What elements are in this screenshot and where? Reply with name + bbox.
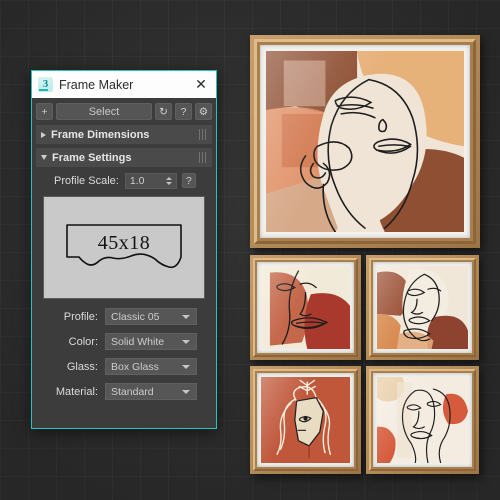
material-row: Material: Standard	[36, 382, 212, 401]
material-value: Standard	[106, 386, 182, 398]
frame-mat	[257, 373, 354, 467]
framed-artwork-small-face-abstract[interactable]	[366, 255, 479, 360]
frame-bevel	[253, 258, 358, 357]
artwork-small-profile-leaf-crown	[261, 377, 350, 463]
glass-label: Glass:	[36, 361, 98, 373]
artwork-small-face-terracotta	[261, 266, 350, 349]
profile-scale-row: Profile Scale: 1.0 ?	[36, 171, 212, 190]
chevron-down-icon	[41, 155, 47, 160]
rollout-frame-dimensions[interactable]: Frame Dimensions	[36, 125, 212, 144]
rollout-frame-settings[interactable]: Frame Settings	[36, 148, 212, 167]
rollout-frame-dimensions-label: Frame Dimensions	[51, 129, 149, 141]
frame-mat	[373, 262, 472, 353]
panel-body: + Select ↻ ? ⚙ Frame Dimensions Frame Se…	[32, 98, 216, 428]
help-button[interactable]: ?	[175, 103, 192, 120]
3dsmax-logo-icon: 3	[38, 77, 53, 92]
grip-icon	[199, 152, 208, 163]
panel-titlebar[interactable]: 3 Frame Maker ✕	[32, 71, 216, 98]
frame-bevel	[253, 369, 358, 471]
frame-bevel	[369, 369, 476, 471]
artwork-small-face-abstract	[377, 266, 468, 349]
profile-dimensions-text: 45x18	[44, 232, 204, 255]
profile-dropdown[interactable]: Classic 05	[105, 308, 197, 325]
glass-row: Glass: Box Glass	[36, 357, 212, 376]
select-button[interactable]: Select	[56, 103, 152, 120]
glass-dropdown[interactable]: Box Glass	[105, 358, 197, 375]
profile-scale-input[interactable]: 1.0	[125, 173, 177, 189]
frame-maker-panel[interactable]: 3 Frame Maker ✕ + Select ↻ ? ⚙ Frame Dim…	[31, 70, 217, 429]
profile-preview: 45x18	[43, 196, 205, 299]
material-label: Material:	[36, 386, 98, 398]
gear-icon[interactable]: ⚙	[195, 103, 212, 120]
framed-artwork-small-profile-leaf-crown[interactable]	[250, 366, 361, 474]
add-button[interactable]: +	[36, 103, 53, 120]
color-value: Solid White	[106, 336, 182, 348]
framed-artwork-large[interactable]	[250, 35, 480, 248]
color-label: Color:	[36, 336, 98, 348]
artwork-gallery	[248, 33, 481, 476]
framed-artwork-small-face-terracotta[interactable]	[250, 255, 361, 360]
profile-scale-label: Profile Scale:	[54, 175, 119, 187]
profile-label: Profile:	[36, 311, 98, 323]
profile-scale-value: 1.0	[126, 175, 165, 187]
chevron-down-icon	[182, 365, 190, 369]
color-row: Color: Solid White	[36, 332, 212, 351]
panel-title: Frame Maker	[59, 78, 190, 92]
material-dropdown[interactable]: Standard	[105, 383, 197, 400]
frame-bevel	[254, 39, 476, 244]
profile-value: Classic 05	[106, 311, 182, 323]
artwork-large-portrait-line-art	[266, 51, 464, 232]
frame-mat	[373, 373, 472, 467]
frame-mat	[257, 262, 354, 353]
frame-bevel	[369, 258, 476, 357]
profile-scale-stepper[interactable]	[165, 177, 174, 185]
frame-mat	[260, 45, 470, 238]
glass-value: Box Glass	[106, 361, 182, 373]
artwork-small-double-face	[377, 377, 468, 463]
color-dropdown[interactable]: Solid White	[105, 333, 197, 350]
grip-icon	[199, 129, 208, 140]
panel-toolbar: + Select ↻ ? ⚙	[36, 103, 212, 120]
framed-artwork-small-double-face[interactable]	[366, 366, 479, 474]
rollout-frame-settings-label: Frame Settings	[52, 152, 131, 164]
chevron-right-icon	[41, 132, 46, 138]
profile-row: Profile: Classic 05	[36, 307, 212, 326]
chevron-down-icon	[182, 390, 190, 394]
chevron-down-icon	[182, 315, 190, 319]
profile-scale-help-button[interactable]: ?	[182, 173, 196, 188]
refresh-icon[interactable]: ↻	[155, 103, 172, 120]
chevron-down-icon	[182, 340, 190, 344]
close-icon[interactable]: ✕	[190, 74, 212, 96]
